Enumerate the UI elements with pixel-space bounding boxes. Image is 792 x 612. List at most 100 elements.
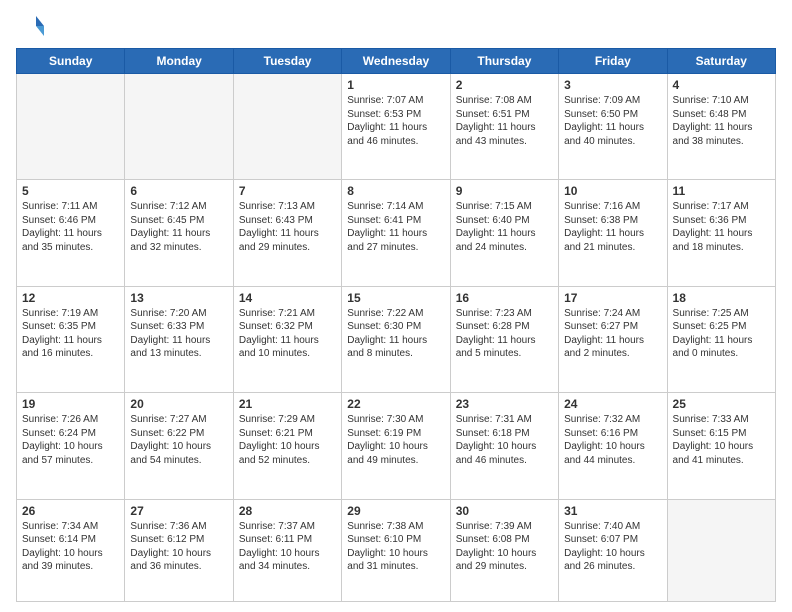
calendar-week-2: 12 Sunrise: 7:19 AM Sunset: 6:35 PM Dayli…	[17, 286, 776, 392]
day-number: 11	[673, 184, 770, 198]
day-header-sunday: Sunday	[17, 49, 125, 74]
calendar-cell: 18Sunrise: 7:25 AM Sunset: 6:25 PM Dayli…	[667, 286, 775, 392]
day-number: 21	[239, 397, 336, 411]
day-info: Sunrise: 7:29 AM Sunset: 6:21 PM Dayligh…	[239, 413, 336, 467]
day-number: 19	[22, 397, 119, 411]
day-info: Sunrise: 7:32 AM Sunset: 6:16 PM Dayligh…	[564, 413, 661, 467]
day-number: 23	[456, 397, 553, 411]
calendar-cell: 2Sunrise: 7:08 AM Sunset: 6:51 PM Daylig…	[450, 74, 558, 180]
calendar-cell: 20 Sunrise: 7:27 AM Sunset: 6:22 PM Dayli…	[125, 393, 233, 499]
day-header-friday: Friday	[559, 49, 667, 74]
day-number: 22	[347, 397, 444, 411]
day-number: 29	[347, 504, 444, 518]
day-info: Sunrise: 7:25 AM Sunset: 6:25 PM Dayligh…	[673, 307, 770, 361]
day-info: Sunrise: 7:31 AM Sunset: 6:18 PM Dayligh…	[456, 413, 553, 467]
header	[16, 12, 776, 40]
logo-icon	[16, 12, 44, 40]
calendar-cell: 3Sunrise: 7:09 AM Sunset: 6:50 PM Daylig…	[559, 74, 667, 180]
day-number: 5	[22, 184, 119, 198]
day-info: Sunrise: 7:36 AM Sunset: 6:12 PM Dayligh…	[130, 520, 227, 574]
calendar-week-0: 1 Sunrise: 7:07 AM Sunset: 6:53 PM Daylig…	[17, 74, 776, 180]
calendar-cell: 13 Sunrise: 7:20 AM Sunset: 6:33 PM Dayli…	[125, 286, 233, 392]
calendar-cell: 23 Sunrise: 7:31 AM Sunset: 6:18 PM Dayli…	[450, 393, 558, 499]
day-info: Sunrise: 7:07 AM Sunset: 6:53 PM Dayligh…	[347, 94, 444, 148]
page: SundayMondayTuesdayWednesdayThursdayFrid…	[0, 0, 792, 612]
day-number: 20	[130, 397, 227, 411]
day-info: Sunrise: 7:17 AM Sunset: 6:36 PM Dayligh…	[673, 200, 770, 254]
calendar-week-3: 19 Sunrise: 7:26 AM Sunset: 6:24 PM Dayli…	[17, 393, 776, 499]
day-info: Sunrise: 7:13 AM Sunset: 6:43 PM Dayligh…	[239, 200, 336, 254]
day-info: Sunrise: 7:37 AM Sunset: 6:11 PM Dayligh…	[239, 520, 336, 574]
calendar-cell: 11 Sunrise: 7:17 AM Sunset: 6:36 PM Dayli…	[667, 180, 775, 286]
day-number: 30	[456, 504, 553, 518]
calendar-cell: 8 Sunrise: 7:14 AM Sunset: 6:41 PM Daylig…	[342, 180, 450, 286]
day-header-saturday: Saturday	[667, 49, 775, 74]
day-info: Sunrise: 7:30 AM Sunset: 6:19 PM Dayligh…	[347, 413, 444, 467]
calendar-cell: 10 Sunrise: 7:16 AM Sunset: 6:38 PM Dayli…	[559, 180, 667, 286]
day-number: 31	[564, 504, 661, 518]
day-info: Sunrise: 7:14 AM Sunset: 6:41 PM Dayligh…	[347, 200, 444, 254]
calendar-cell: 26Sunrise: 7:34 AM Sunset: 6:14 PM Dayli…	[17, 499, 125, 602]
day-info: Sunrise: 7:34 AM Sunset: 6:14 PM Dayligh…	[22, 520, 119, 574]
day-info: Sunrise: 7:12 AM Sunset: 6:45 PM Dayligh…	[130, 200, 227, 254]
day-info: Sunrise: 7:21 AM Sunset: 6:32 PM Dayligh…	[239, 307, 336, 361]
day-info: Sunrise: 7:26 AM Sunset: 6:24 PM Dayligh…	[22, 413, 119, 467]
day-info: Sunrise: 7:20 AM Sunset: 6:33 PM Dayligh…	[130, 307, 227, 361]
calendar-cell: 17Sunrise: 7:24 AM Sunset: 6:27 PM Dayli…	[559, 286, 667, 392]
calendar-cell: 29 Sunrise: 7:38 AM Sunset: 6:10 PM Dayli…	[342, 499, 450, 602]
calendar-cell: 25 Sunrise: 7:33 AM Sunset: 6:15 PM Dayli…	[667, 393, 775, 499]
calendar-cell: 24 Sunrise: 7:32 AM Sunset: 6:16 PM Dayli…	[559, 393, 667, 499]
day-header-thursday: Thursday	[450, 49, 558, 74]
day-number: 15	[347, 291, 444, 305]
calendar-cell: 31Sunrise: 7:40 AM Sunset: 6:07 PM Dayli…	[559, 499, 667, 602]
calendar-cell: 21 Sunrise: 7:29 AM Sunset: 6:21 PM Dayli…	[233, 393, 341, 499]
day-number: 14	[239, 291, 336, 305]
calendar-week-4: 26Sunrise: 7:34 AM Sunset: 6:14 PM Dayli…	[17, 499, 776, 602]
day-number: 2	[456, 78, 553, 92]
day-number: 10	[564, 184, 661, 198]
day-number: 9	[456, 184, 553, 198]
day-info: Sunrise: 7:23 AM Sunset: 6:28 PM Dayligh…	[456, 307, 553, 361]
day-info: Sunrise: 7:33 AM Sunset: 6:15 PM Dayligh…	[673, 413, 770, 467]
day-number: 1	[347, 78, 444, 92]
calendar-cell: 19 Sunrise: 7:26 AM Sunset: 6:24 PM Dayli…	[17, 393, 125, 499]
calendar-cell: 28 Sunrise: 7:37 AM Sunset: 6:11 PM Dayli…	[233, 499, 341, 602]
calendar-cell: 5Sunrise: 7:11 AM Sunset: 6:46 PM Daylig…	[17, 180, 125, 286]
day-header-tuesday: Tuesday	[233, 49, 341, 74]
calendar-cell: 27 Sunrise: 7:36 AM Sunset: 6:12 PM Dayli…	[125, 499, 233, 602]
day-info: Sunrise: 7:22 AM Sunset: 6:30 PM Dayligh…	[347, 307, 444, 361]
day-info: Sunrise: 7:15 AM Sunset: 6:40 PM Dayligh…	[456, 200, 553, 254]
day-info: Sunrise: 7:09 AM Sunset: 6:50 PM Dayligh…	[564, 94, 661, 148]
calendar-cell	[17, 74, 125, 180]
calendar-cell	[667, 499, 775, 602]
day-number: 28	[239, 504, 336, 518]
day-number: 8	[347, 184, 444, 198]
calendar-cell: 1 Sunrise: 7:07 AM Sunset: 6:53 PM Daylig…	[342, 74, 450, 180]
day-info: Sunrise: 7:16 AM Sunset: 6:38 PM Dayligh…	[564, 200, 661, 254]
day-number: 24	[564, 397, 661, 411]
day-number: 7	[239, 184, 336, 198]
day-number: 17	[564, 291, 661, 305]
calendar-table: SundayMondayTuesdayWednesdayThursdayFrid…	[16, 48, 776, 602]
calendar-header-row: SundayMondayTuesdayWednesdayThursdayFrid…	[17, 49, 776, 74]
calendar-cell: 30 Sunrise: 7:39 AM Sunset: 6:08 PM Dayli…	[450, 499, 558, 602]
day-number: 12	[22, 291, 119, 305]
calendar-cell	[125, 74, 233, 180]
calendar-cell: 14 Sunrise: 7:21 AM Sunset: 6:32 PM Dayli…	[233, 286, 341, 392]
calendar-cell: 15 Sunrise: 7:22 AM Sunset: 6:30 PM Dayli…	[342, 286, 450, 392]
day-header-monday: Monday	[125, 49, 233, 74]
day-number: 25	[673, 397, 770, 411]
day-number: 6	[130, 184, 227, 198]
day-number: 27	[130, 504, 227, 518]
calendar-cell	[233, 74, 341, 180]
day-info: Sunrise: 7:38 AM Sunset: 6:10 PM Dayligh…	[347, 520, 444, 574]
day-number: 16	[456, 291, 553, 305]
day-info: Sunrise: 7:27 AM Sunset: 6:22 PM Dayligh…	[130, 413, 227, 467]
calendar-cell: 6 Sunrise: 7:12 AM Sunset: 6:45 PM Daylig…	[125, 180, 233, 286]
day-info: Sunrise: 7:19 AM Sunset: 6:35 PM Dayligh…	[22, 307, 119, 361]
day-info: Sunrise: 7:39 AM Sunset: 6:08 PM Dayligh…	[456, 520, 553, 574]
day-header-wednesday: Wednesday	[342, 49, 450, 74]
logo	[16, 12, 46, 40]
day-info: Sunrise: 7:10 AM Sunset: 6:48 PM Dayligh…	[673, 94, 770, 148]
day-number: 13	[130, 291, 227, 305]
